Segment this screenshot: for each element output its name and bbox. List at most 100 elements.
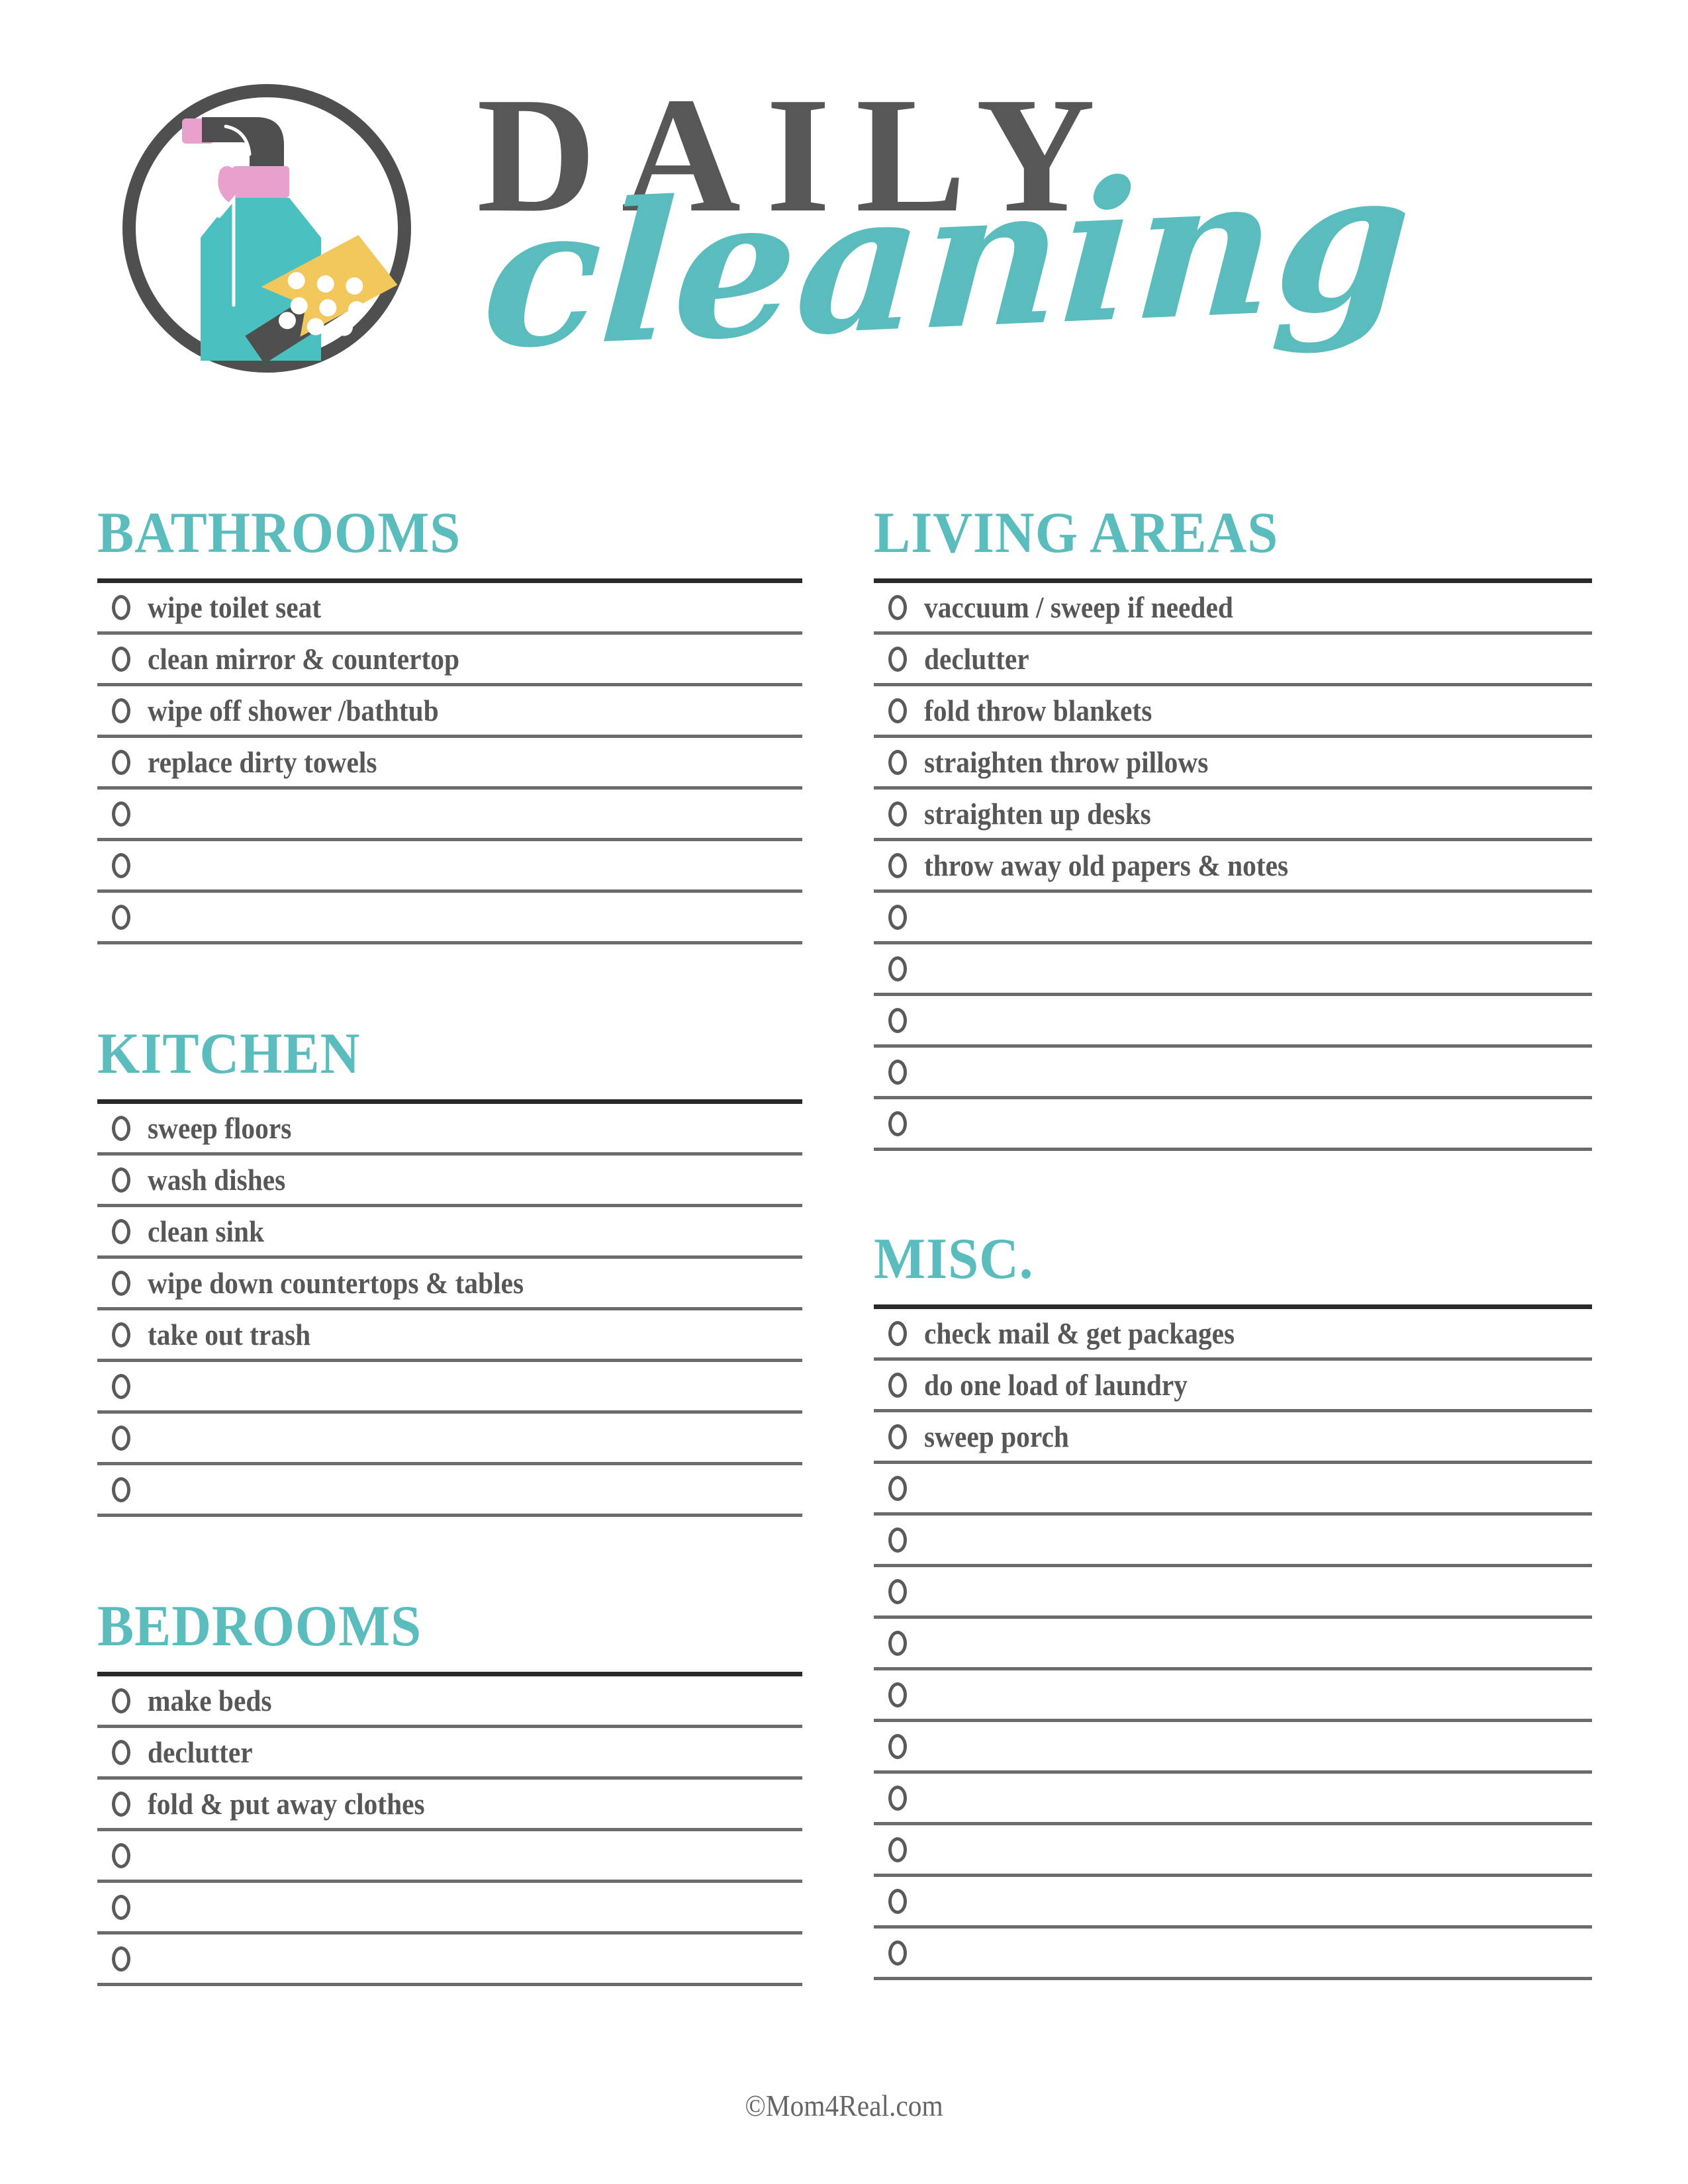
checkbox-circle-icon[interactable] [888, 1475, 907, 1501]
checkbox-circle-icon[interactable] [112, 1425, 130, 1451]
checkbox-circle-icon[interactable] [112, 1946, 130, 1972]
checklist-item-label: clean sink [148, 1214, 264, 1248]
checkbox-circle-icon[interactable] [112, 1115, 130, 1141]
checkbox-circle-icon[interactable] [888, 1527, 907, 1553]
checklist-row[interactable] [97, 841, 802, 893]
checklist-row[interactable] [97, 790, 802, 841]
checkbox-circle-icon[interactable] [888, 1059, 907, 1085]
checklist-row[interactable]: clean sink [97, 1207, 802, 1259]
checkbox-circle-icon[interactable] [888, 1578, 907, 1604]
checklist-item-label: wipe toilet seat [148, 590, 322, 624]
checklist-row[interactable]: clean mirror & countertop [97, 635, 802, 686]
checkbox-circle-icon[interactable] [888, 1424, 907, 1449]
checkbox-circle-icon[interactable] [888, 594, 907, 620]
title-cleaning-script: cleaning [477, 127, 1417, 392]
checkbox-circle-icon[interactable] [888, 1733, 907, 1759]
checklist-row[interactable]: sweep floors [97, 1104, 802, 1156]
checkbox-circle-icon[interactable] [112, 1739, 130, 1765]
checkbox-circle-icon[interactable] [888, 1888, 907, 1914]
checklist-row[interactable] [97, 1362, 802, 1414]
checklist-row[interactable]: straighten up desks [874, 790, 1592, 841]
checkbox-circle-icon[interactable] [888, 1372, 907, 1398]
checklist-row[interactable]: sweep porch [874, 1412, 1592, 1464]
checkbox-circle-icon[interactable] [112, 1894, 130, 1920]
checklist-row[interactable] [874, 1825, 1592, 1877]
checklist-row[interactable] [874, 1099, 1592, 1151]
checklist-row[interactable] [874, 1877, 1592, 1929]
checklist-row[interactable] [874, 944, 1592, 996]
checklist-row[interactable]: straighten throw pillows [874, 738, 1592, 790]
section-kitchen: KITCHEN sweep floors wash dishes clean sink… [97, 1024, 802, 1517]
checkbox-circle-icon[interactable] [112, 594, 130, 620]
checkbox-circle-icon[interactable] [112, 801, 130, 827]
checkbox-circle-icon[interactable] [112, 1791, 130, 1817]
checkbox-circle-icon[interactable] [888, 1940, 907, 1966]
checkbox-circle-icon[interactable] [112, 1843, 130, 1868]
checklist-row[interactable] [874, 893, 1592, 944]
checklist-row[interactable]: fold throw blankets [874, 686, 1592, 738]
checkbox-circle-icon[interactable] [112, 1218, 130, 1244]
checklist-row[interactable] [874, 996, 1592, 1048]
checkbox-circle-icon[interactable] [888, 698, 907, 723]
checkbox-circle-icon[interactable] [112, 1322, 130, 1347]
checklist-item-label: make beds [148, 1684, 272, 1717]
checklist-row[interactable]: wipe down countertops & tables [97, 1259, 802, 1310]
checklist-row[interactable]: do one load of laundry [874, 1361, 1592, 1412]
checkbox-circle-icon[interactable] [888, 1111, 907, 1136]
checkbox-circle-icon[interactable] [888, 1682, 907, 1707]
checklist-row[interactable]: throw away old papers & notes [874, 841, 1592, 893]
checklist-row[interactable] [874, 1774, 1592, 1825]
left-column: BATHROOMS wipe toilet seat clean mirror & … [97, 503, 802, 1986]
section-misc: MISC. check mail & get packages do one loa… [874, 1229, 1592, 1980]
checkbox-circle-icon[interactable] [112, 749, 130, 775]
checklist-row[interactable] [97, 1465, 802, 1517]
checklist-row[interactable]: take out trash [97, 1310, 802, 1362]
checkbox-circle-icon[interactable] [112, 852, 130, 878]
checkbox-circle-icon[interactable] [888, 1837, 907, 1862]
checklist-row[interactable]: check mail & get packages [874, 1309, 1592, 1361]
checklist-row[interactable]: wipe off shower /bathtub [97, 686, 802, 738]
checklist-row[interactable]: wipe toilet seat [97, 583, 802, 635]
checkbox-circle-icon[interactable] [112, 1373, 130, 1399]
checkbox-circle-icon[interactable] [112, 1477, 130, 1502]
checkbox-circle-icon[interactable] [888, 852, 907, 878]
checklist-row[interactable]: declutter [97, 1728, 802, 1780]
checkbox-circle-icon[interactable] [888, 956, 907, 981]
checkbox-circle-icon[interactable] [112, 1270, 130, 1296]
checklist-row[interactable] [97, 893, 802, 944]
checklist-row[interactable] [97, 1883, 802, 1934]
checkbox-circle-icon[interactable] [112, 698, 130, 723]
checkbox-circle-icon[interactable] [888, 1007, 907, 1033]
checkbox-circle-icon[interactable] [112, 646, 130, 672]
checkbox-circle-icon[interactable] [888, 1320, 907, 1346]
checklist-row[interactable] [874, 1048, 1592, 1099]
checklist-row[interactable] [97, 1831, 802, 1883]
checkbox-circle-icon[interactable] [112, 1167, 130, 1193]
section-title-bathrooms: BATHROOMS [97, 501, 461, 565]
checklist-row[interactable] [874, 1464, 1592, 1516]
checklist-bedrooms: make beds declutter fold & put away clothe… [97, 1672, 802, 1986]
checkbox-circle-icon[interactable] [888, 1630, 907, 1656]
checklist-row[interactable]: make beds [97, 1676, 802, 1728]
checklist-row[interactable] [874, 1929, 1592, 1980]
checkbox-circle-icon[interactable] [888, 646, 907, 672]
checklist-row[interactable] [97, 1414, 802, 1465]
checklist-row[interactable]: wash dishes [97, 1156, 802, 1207]
checklist-row[interactable] [874, 1722, 1592, 1774]
checkbox-circle-icon[interactable] [888, 801, 907, 827]
checklist-row[interactable] [874, 1619, 1592, 1670]
checklist-row[interactable]: replace dirty towels [97, 738, 802, 790]
checklist-row[interactable] [874, 1516, 1592, 1567]
checklist-row[interactable] [97, 1934, 802, 1986]
checklist-row[interactable]: fold & put away clothes [97, 1780, 802, 1831]
checklist-row[interactable] [874, 1670, 1592, 1722]
checklist-row[interactable]: declutter [874, 635, 1592, 686]
checkbox-circle-icon[interactable] [112, 1688, 130, 1713]
checkbox-circle-icon[interactable] [888, 904, 907, 930]
checklist-row[interactable]: vaccuum / sweep if needed [874, 583, 1592, 635]
checkbox-circle-icon[interactable] [888, 1785, 907, 1811]
checklist-row[interactable] [874, 1567, 1592, 1619]
checkbox-circle-icon[interactable] [112, 904, 130, 930]
checkbox-circle-icon[interactable] [888, 749, 907, 775]
